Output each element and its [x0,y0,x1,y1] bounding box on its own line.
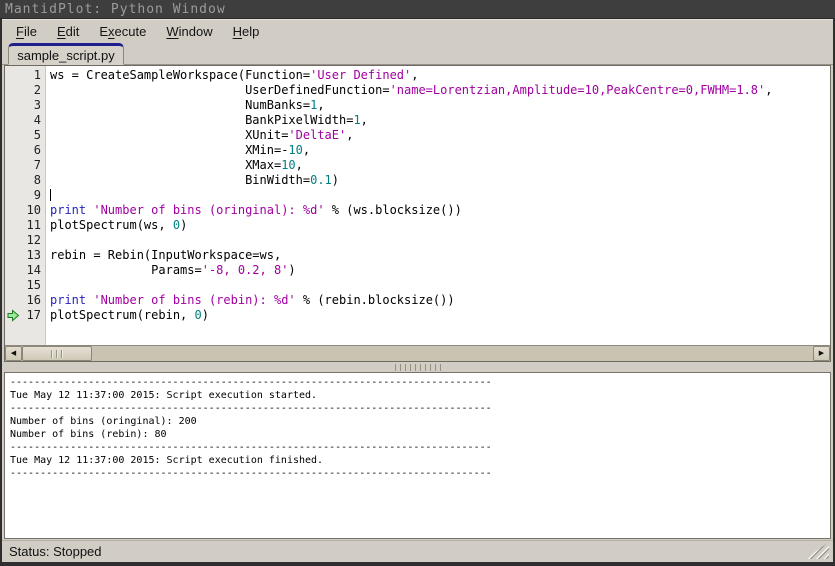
resize-grip-icon[interactable] [805,542,829,559]
horizontal-scrollbar[interactable]: ◀ ▶ [5,345,830,361]
output-line: Tue May 12 11:37:00 2015: Script executi… [10,455,324,466]
editor-gutter: 1 2 3 4 5 6 7 8 9 10 11 12 13 14 15 16 17 [5,66,46,345]
code-line[interactable]: print 'Number of bins (rebin): %d' % (re… [50,293,830,308]
line-number: 16 [26,293,41,307]
code-line[interactable]: plotSpectrum(rebin, 0) [50,308,830,323]
menu-bar: File Edit Execute Window Help [2,19,833,43]
scroll-right-button[interactable]: ▶ [813,346,830,361]
menu-help[interactable]: Help [231,22,262,41]
splitter-grip-icon [394,363,441,371]
line-number: 6 [33,143,41,157]
line-number: 9 [33,188,41,202]
output-line: Number of bins (rebin): 80 [10,429,167,440]
menu-window[interactable]: Window [164,22,214,41]
code-line[interactable]: ws = CreateSampleWorkspace(Function='Use… [50,68,830,83]
output-panel[interactable]: ----------------------------------------… [4,372,831,539]
line-number: 7 [33,158,41,172]
line-number: 3 [33,98,41,112]
scroll-left-button[interactable]: ◀ [5,346,22,361]
menu-file[interactable]: File [14,22,39,41]
line-number: 12 [26,233,41,247]
window-titlebar[interactable]: MantidPlot: Python Window [0,0,835,19]
panel-splitter[interactable] [2,362,833,372]
code-line[interactable]: XMin=-10, [50,143,830,158]
code-line[interactable]: BankPixelWidth=1, [50,113,830,128]
output-line: ----------------------------------------… [10,377,492,388]
gutter-numbers: 1 2 3 4 5 6 7 8 9 10 11 12 13 14 15 16 17 [5,66,45,323]
code-line[interactable]: XMax=10, [50,158,830,173]
script-editor: 1 2 3 4 5 6 7 8 9 10 11 12 13 14 15 16 17 ws = CreateSam… [4,65,831,362]
code-line[interactable] [50,278,830,293]
output-line: Number of bins (oringinal): 200 [10,416,197,427]
line-number: 4 [33,113,41,127]
output-line: ----------------------------------------… [10,468,492,479]
menu-execute[interactable]: Execute [97,22,148,41]
line-number: 2 [33,83,41,97]
code-line[interactable]: Params='-8, 0.2, 8') [50,263,830,278]
scroll-right-icon: ▶ [818,350,825,357]
tab-bar: sample_script.py [2,43,833,65]
code-line[interactable]: BinWidth=0.1) [50,173,830,188]
line-number: 10 [26,203,41,217]
window-title: MantidPlot: Python Window [5,2,226,17]
python-window: MantidPlot: Python Window File Edit Execut… [0,0,835,566]
code-line[interactable]: UserDefinedFunction='name=Lorentzian,Amp… [50,83,830,98]
line-number: 13 [26,248,41,262]
scroll-left-icon: ◀ [10,350,17,357]
execution-pointer-icon [7,309,20,322]
code-line[interactable] [50,233,830,248]
code-line[interactable] [50,188,830,203]
menu-edit[interactable]: Edit [55,22,81,41]
code-line[interactable]: NumBanks=1, [50,98,830,113]
line-number: 1 [33,68,41,82]
code-line[interactable]: XUnit='DeltaE', [50,128,830,143]
code-line[interactable]: print 'Number of bins (oringinal): %d' %… [50,203,830,218]
code-line[interactable]: rebin = Rebin(InputWorkspace=ws, [50,248,830,263]
code-lines[interactable]: ws = CreateSampleWorkspace(Function='Use… [47,66,830,345]
status-text: Status: Stopped [9,544,102,559]
line-number: 5 [33,128,41,142]
output-line: ----------------------------------------… [10,403,492,414]
output-log: ----------------------------------------… [5,373,830,480]
line-number: 15 [26,278,41,292]
code-line[interactable]: plotSpectrum(ws, 0) [50,218,830,233]
output-line: Tue May 12 11:37:00 2015: Script executi… [10,390,318,401]
scrollbar-thumb[interactable] [22,346,92,361]
status-bar: Status: Stopped [2,540,833,562]
scrollbar-grip-icon [50,349,64,358]
tab-label: sample_script.py [17,47,115,63]
window-body: File Edit Execute Window Help sample_script.… [2,19,833,562]
line-number: 8 [33,173,41,187]
line-number: 11 [26,218,41,232]
line-number: 14 [26,263,41,277]
tab-sample-script[interactable]: sample_script.py [8,43,124,65]
output-line: ----------------------------------------… [10,442,492,453]
